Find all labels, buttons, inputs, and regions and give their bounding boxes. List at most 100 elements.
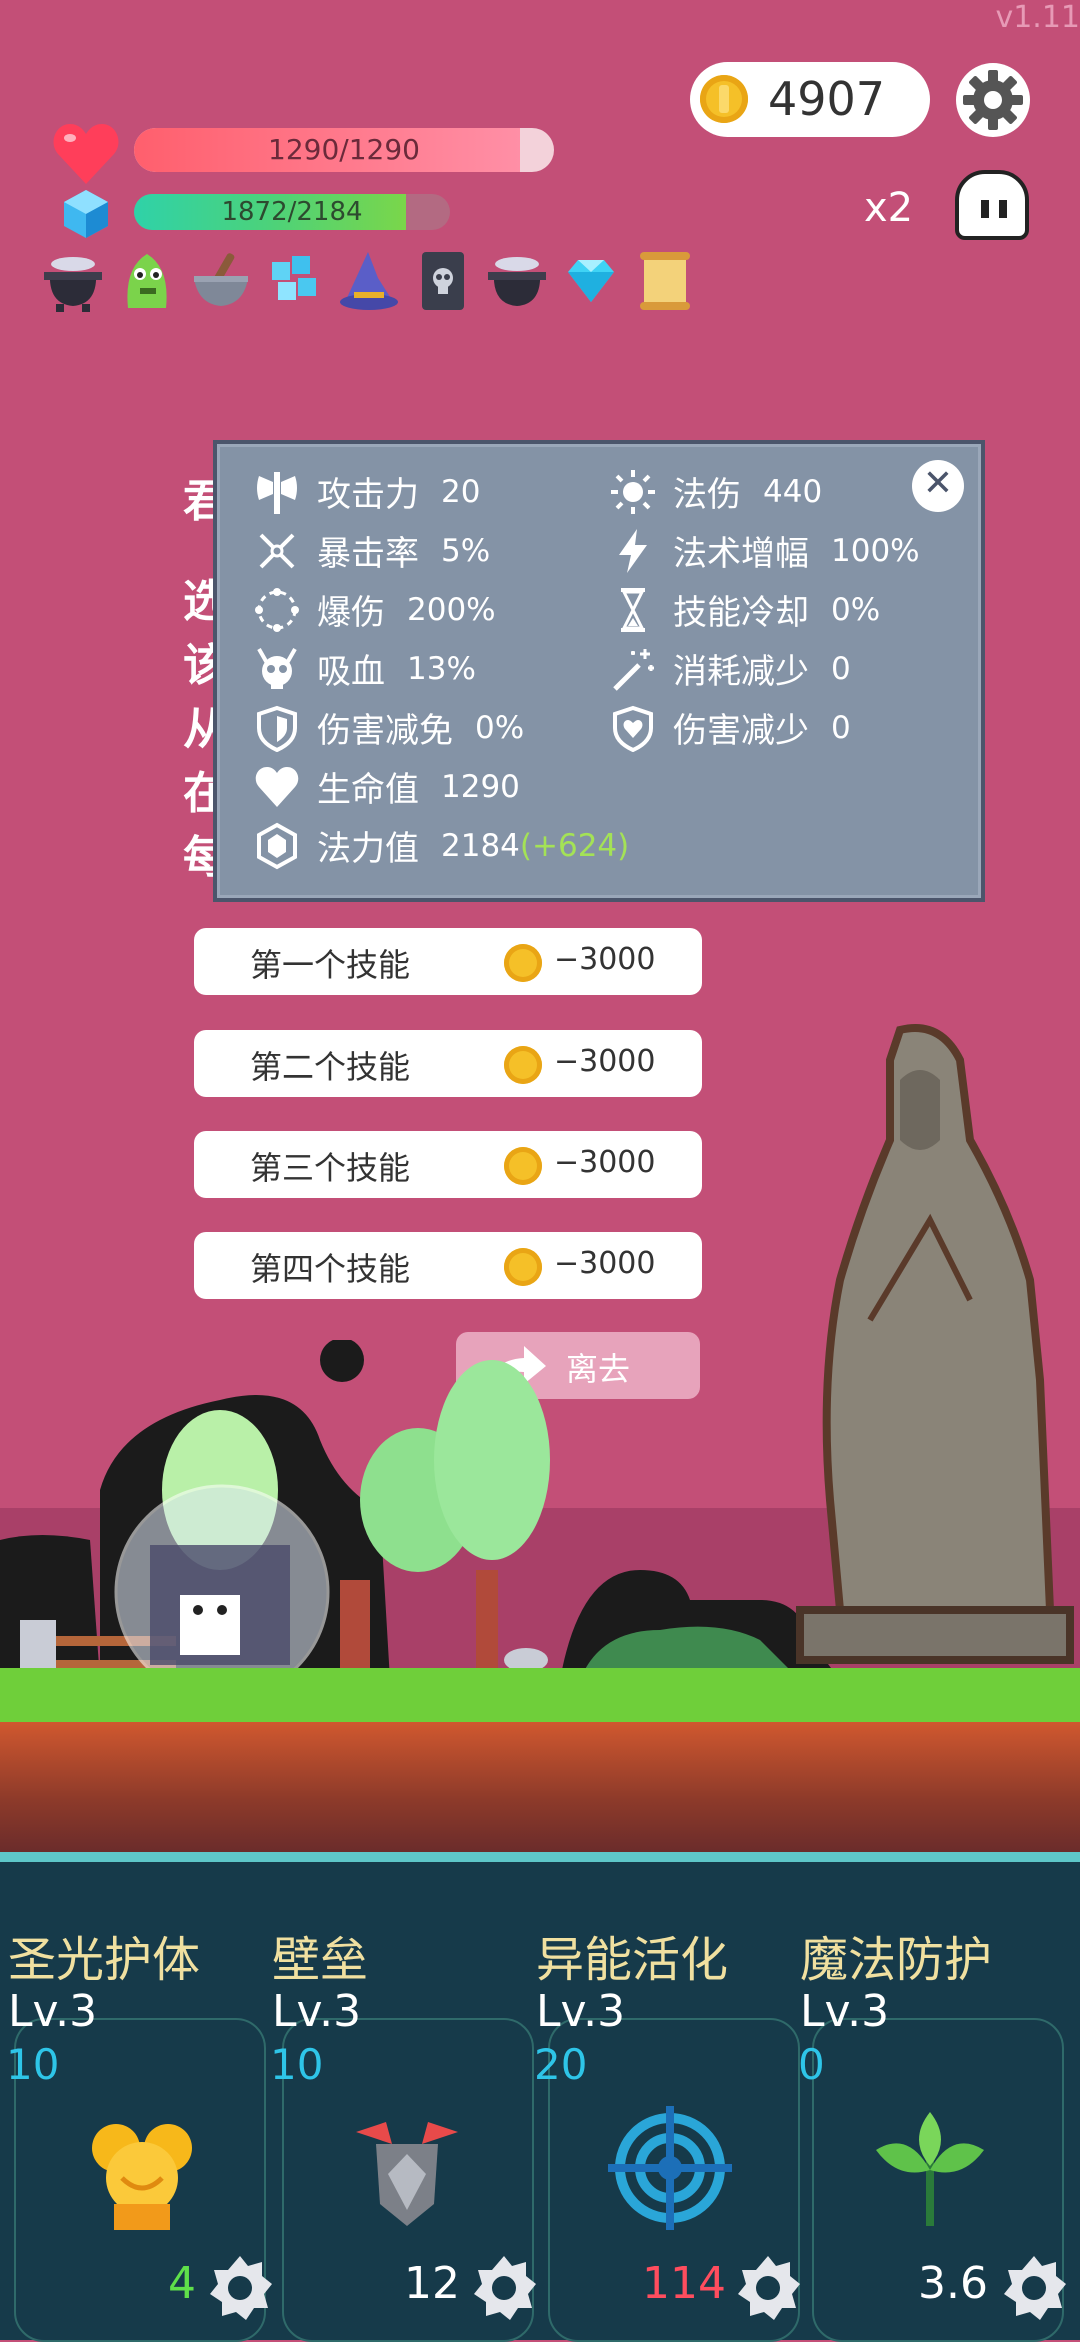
stat-spell-amp: 法术增幅 100% [609,521,920,580]
stat-value: 5% [441,532,491,569]
saw-icon[interactable] [206,2254,274,2322]
stat-hp: 生命值 1290 [253,757,629,816]
golden-statue-icon[interactable] [74,2108,210,2232]
leaf-icon[interactable] [868,2110,992,2230]
close-button[interactable]: ✕ [912,460,964,512]
skill-button-2[interactable]: 第二个技能 −3000 [194,1030,702,1097]
skill-button-cost: −3000 [554,1246,656,1281]
stat-cooldown: 技能冷却 0% [609,580,920,639]
close-icon: ✕ [922,463,954,504]
skill-count: 0 [798,2040,825,2089]
skill-name: 异能活化 [536,1932,729,1988]
skill-cost: 12 [404,2258,460,2309]
skill-button-label: 第二个技能 [250,1048,411,1086]
cauldron-icon[interactable] [486,248,548,314]
sun-icon [611,469,655,514]
stats-left-column: 攻击力 20 暴击率 5% 爆伤 200% 吸血 13% 伤害减免 0% 生命值 1290 … [253,462,629,875]
stat-value: 0 [831,709,851,746]
skill-level: Lv.3 [536,1986,626,2037]
stat-value: 0% [831,591,881,628]
goddess-statue [796,1024,1074,1664]
shield-heart-icon [613,705,653,752]
diamond-icon[interactable] [560,248,622,314]
lightning-icon [619,528,647,573]
skill-button-3[interactable]: 第三个技能 −3000 [194,1131,702,1198]
mp-text: 1872/2184 [221,197,363,227]
scroll-icon[interactable] [634,248,696,314]
skill-level: Lv.3 [272,1986,362,2037]
heart-icon [255,766,299,807]
stat-label: 技能冷却 [673,593,809,633]
stat-label: 消耗减少 [673,652,809,692]
stat-label: 暴击率 [317,534,419,574]
stat-damage-reduction: 伤害减免 0% [253,698,629,757]
cauldron-icon[interactable] [42,248,104,314]
stat-mp: 法力值 2184 (+624) [253,816,629,875]
skill-button-cost: −3000 [554,1145,656,1180]
skill-button-1[interactable]: 第一个技能 −3000 [194,928,702,995]
skill-button-label: 第一个技能 [250,946,411,984]
skill-button-4[interactable]: 第四个技能 −3000 [194,1232,702,1299]
stat-value: 20 [441,473,481,510]
saw-icon[interactable] [470,2254,538,2322]
coin-icon [700,75,748,123]
stat-crit-rate: 暴击率 5% [253,521,629,580]
stat-value: 13% [407,650,476,687]
skill-count: 10 [6,2040,60,2089]
wizard-hat-icon[interactable] [338,248,400,314]
stat-bonus: (+624) [519,827,630,864]
stat-label: 伤害减免 [317,711,453,751]
stat-label: 攻击力 [317,475,419,515]
stat-attack: 攻击力 20 [253,462,629,521]
skill-count: 20 [534,2040,588,2089]
target-icon[interactable] [608,2106,732,2230]
crit-icon [259,533,295,568]
coin-icon [504,944,542,982]
stat-value: 200% [407,591,496,628]
coin-icon [504,1147,542,1185]
skill-cost: 4 [168,2258,196,2309]
stat-value: 100% [831,532,920,569]
dirt-ground [0,1722,1080,1852]
gear-icon[interactable] [955,62,1031,138]
mortar-icon[interactable] [190,248,252,314]
hourglass-icon [621,587,645,632]
burst-icon [255,587,299,632]
skill-level: Lv.3 [800,1986,890,2037]
skill-name: 圣光护体 [8,1932,201,1988]
skill-cost: 3.6 [918,2258,988,2309]
stat-damage-decrease: 伤害减少 0 [609,698,920,757]
ice-cubes-icon[interactable] [264,248,326,314]
skill-cost: 114 [642,2258,726,2309]
coin-icon [504,1248,542,1286]
stat-value: 1290 [441,768,520,805]
stat-label: 法伤 [673,475,741,515]
heart-icon [53,124,119,184]
stat-value: 2184 [441,827,520,864]
grass-ground [0,1668,1080,1728]
armor-icon[interactable] [346,2114,468,2232]
skull-book-icon[interactable] [412,248,474,314]
stat-label: 伤害减少 [673,711,809,751]
shield-icon [257,705,297,752]
skill-button-cost: −3000 [554,1044,656,1079]
stat-lifesteal: 吸血 13% [253,639,629,698]
stats-panel: 攻击力 20 暴击率 5% 爆伤 200% 吸血 13% 伤害减免 0% 生命值 1290 … [213,440,985,902]
mana-gem-icon [64,190,108,238]
stat-label: 法术增幅 [673,534,809,574]
demon-skull-icon [257,647,297,689]
magic-wand-icon [613,648,654,691]
axe-icon [257,471,297,514]
skill-button-label: 第四个技能 [250,1250,411,1288]
green-monster-icon[interactable] [116,248,178,314]
stat-cost-reduction: 消耗减少 0 [609,639,920,698]
skill-button-label: 第三个技能 [250,1149,411,1187]
saw-icon[interactable] [1000,2254,1068,2322]
skill-name: 魔法防护 [800,1932,993,1988]
stat-crit-damage: 爆伤 200% [253,580,629,639]
ghost-icon[interactable] [955,170,1029,240]
saw-icon[interactable] [734,2254,802,2322]
version-label: v1.11 [995,0,1080,35]
speed-multiplier[interactable]: x2 [864,185,913,231]
stat-label: 吸血 [317,652,385,692]
